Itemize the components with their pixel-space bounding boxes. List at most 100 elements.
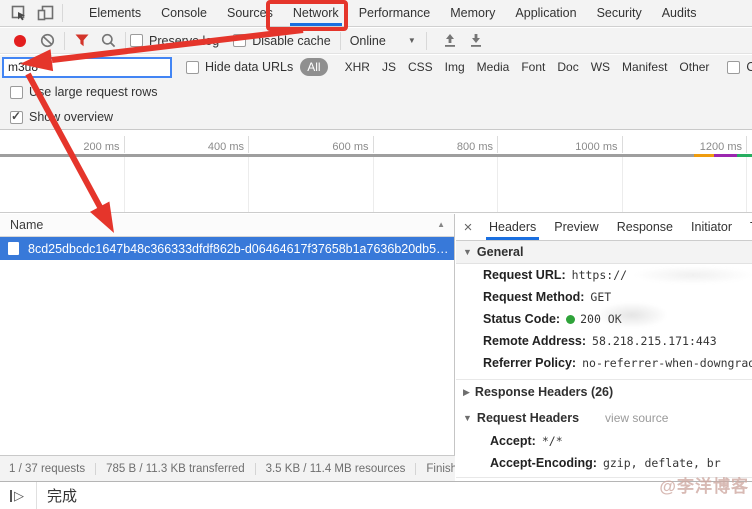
divider xyxy=(125,32,126,50)
devtools-tab-bar: Elements Console Sources Network Perform… xyxy=(0,0,752,27)
export-har-icon[interactable] xyxy=(463,28,489,54)
request-method-field: Request Method: GET xyxy=(456,286,752,308)
field-label: Accept: xyxy=(490,434,536,448)
filter-icon[interactable] xyxy=(69,28,95,54)
filter-type-all[interactable]: All xyxy=(300,58,327,76)
tab-security[interactable]: Security xyxy=(587,0,652,26)
network-summary-bar: 1 / 37 requests 785 B / 11.3 KB transfer… xyxy=(0,455,455,481)
tab-headers[interactable]: Headers xyxy=(480,214,545,240)
show-overview-checkbox[interactable]: ✓ xyxy=(10,111,23,124)
bottom-drawer: ▷ 完成 xyxy=(0,481,752,509)
use-large-rows-checkbox[interactable] xyxy=(10,86,23,99)
tick-label: 200 ms xyxy=(0,136,125,153)
check-icon: ✓ xyxy=(11,109,21,123)
throttling-select[interactable]: Online xyxy=(350,34,386,48)
tab-performance[interactable]: Performance xyxy=(349,0,441,26)
step-over-icon[interactable] xyxy=(10,490,12,502)
clear-icon[interactable] xyxy=(34,28,60,54)
tab-console[interactable]: Console xyxy=(151,0,217,26)
use-large-rows-label: Use large request rows xyxy=(29,85,158,99)
response-headers-section-header[interactable]: ▶ Response Headers (26) xyxy=(456,379,752,404)
preserve-log-label: Preserve log xyxy=(149,34,219,48)
field-label: Request URL: xyxy=(483,268,566,282)
filter-type-xhr[interactable]: XHR xyxy=(345,60,370,74)
use-large-rows-row: Use large request rows xyxy=(0,79,752,105)
name-header-label: Name xyxy=(10,218,43,232)
tick-label: 600 ms xyxy=(249,136,374,153)
search-icon[interactable] xyxy=(95,28,121,54)
divider xyxy=(36,482,37,509)
only-show-blocked-checkbox[interactable] xyxy=(727,61,740,74)
accept-encoding-header-field: Accept-Encoding: gzip, deflate, br xyxy=(456,452,752,474)
import-har-icon[interactable] xyxy=(437,28,463,54)
field-value: gzip, deflate, br xyxy=(603,456,721,470)
field-value: 58.218.215.171:443 xyxy=(592,334,717,348)
request-headers-title: Request Headers xyxy=(477,411,579,425)
chevron-down-icon[interactable]: ▼ xyxy=(408,36,416,45)
status-code-field: Status Code: 200 OK xyxy=(456,308,752,330)
request-headers-section-header[interactable]: ▼ Request Headers view source xyxy=(456,406,752,430)
inspect-element-icon[interactable] xyxy=(6,0,32,26)
disclosure-open-icon: ▼ xyxy=(463,247,472,257)
hide-data-urls-checkbox[interactable] xyxy=(186,61,199,74)
device-toolbar-icon[interactable] xyxy=(32,0,58,26)
drawer-status-text: 完成 xyxy=(47,485,77,506)
show-overview-label: Show overview xyxy=(29,110,113,124)
tab-network[interactable]: Network xyxy=(283,0,349,26)
referrer-policy-field: Referrer Policy: no-referrer-when-downgr… xyxy=(456,352,752,374)
view-source-link[interactable]: view source xyxy=(605,411,668,425)
record-icon[interactable] xyxy=(14,35,26,47)
tab-initiator[interactable]: Initiator xyxy=(682,214,741,240)
filter-type-css[interactable]: CSS xyxy=(408,60,433,74)
name-column-header[interactable]: Name ▲ xyxy=(0,214,454,237)
tick-label: 1000 ms xyxy=(498,136,623,153)
filter-type-media[interactable]: Media xyxy=(477,60,510,74)
divider xyxy=(340,32,341,50)
play-outline-icon[interactable]: ▷ xyxy=(14,489,24,502)
tab-elements[interactable]: Elements xyxy=(79,0,151,26)
field-value: https:// xyxy=(572,268,627,282)
tab-memory[interactable]: Memory xyxy=(440,0,505,26)
remote-address-field: Remote Address: 58.218.215.171:443 xyxy=(456,330,752,352)
filter-type-font[interactable]: Font xyxy=(521,60,545,74)
transferred-size: 785 B / 11.3 KB transferred xyxy=(106,463,256,475)
request-name: 8cd25dbcdc1647b48c366333dfdf862b-d064646… xyxy=(28,242,454,256)
sort-ascending-icon: ▲ xyxy=(437,220,445,229)
field-value: GET xyxy=(590,290,611,304)
field-label: Accept-Encoding: xyxy=(490,456,597,470)
table-row[interactable]: 8cd25dbcdc1647b48c366333dfdf862b-d064646… xyxy=(0,237,454,260)
preserve-log-checkbox[interactable] xyxy=(130,34,143,47)
disable-cache-label: Disable cache xyxy=(252,34,331,48)
tick-label: 1200 ms xyxy=(623,136,748,153)
filter-type-doc[interactable]: Doc xyxy=(557,60,578,74)
tab-timing[interactable]: Ti xyxy=(741,214,752,240)
field-label: Referrer Policy: xyxy=(483,356,576,370)
divider xyxy=(426,32,427,50)
filter-type-manifest[interactable]: Manifest xyxy=(622,60,667,74)
only-show-blocked-label: Only show re xyxy=(746,60,752,74)
filter-type-other[interactable]: Other xyxy=(679,60,709,74)
divider xyxy=(64,32,65,50)
disable-cache-checkbox[interactable] xyxy=(233,34,246,47)
tab-application[interactable]: Application xyxy=(505,0,586,26)
tab-preview[interactable]: Preview xyxy=(545,214,607,240)
filter-type-js[interactable]: JS xyxy=(382,60,396,74)
hide-data-urls-label: Hide data URLs xyxy=(205,60,293,74)
close-icon[interactable]: × xyxy=(456,219,480,236)
response-headers-title: Response Headers (26) xyxy=(475,385,613,399)
tab-sources[interactable]: Sources xyxy=(217,0,283,26)
general-section-header[interactable]: ▼ General xyxy=(456,241,752,264)
field-value: 200 OK xyxy=(580,312,622,326)
divider xyxy=(456,477,752,478)
tab-response[interactable]: Response xyxy=(608,214,682,240)
tab-audits[interactable]: Audits xyxy=(652,0,707,26)
field-label: Status Code: xyxy=(483,312,560,326)
network-main-split: Name ▲ 8cd25dbcdc1647b48c366333dfdf862b-… xyxy=(0,214,752,481)
accept-header-field: Accept: */* xyxy=(456,430,752,452)
network-toolbar: Preserve log Disable cache Online ▼ xyxy=(0,28,752,54)
filter-type-ws[interactable]: WS xyxy=(591,60,610,74)
filter-type-img[interactable]: Img xyxy=(445,60,465,74)
filter-input[interactable] xyxy=(2,57,172,78)
network-overview-pane[interactable] xyxy=(0,157,752,213)
field-label: Remote Address: xyxy=(483,334,586,348)
